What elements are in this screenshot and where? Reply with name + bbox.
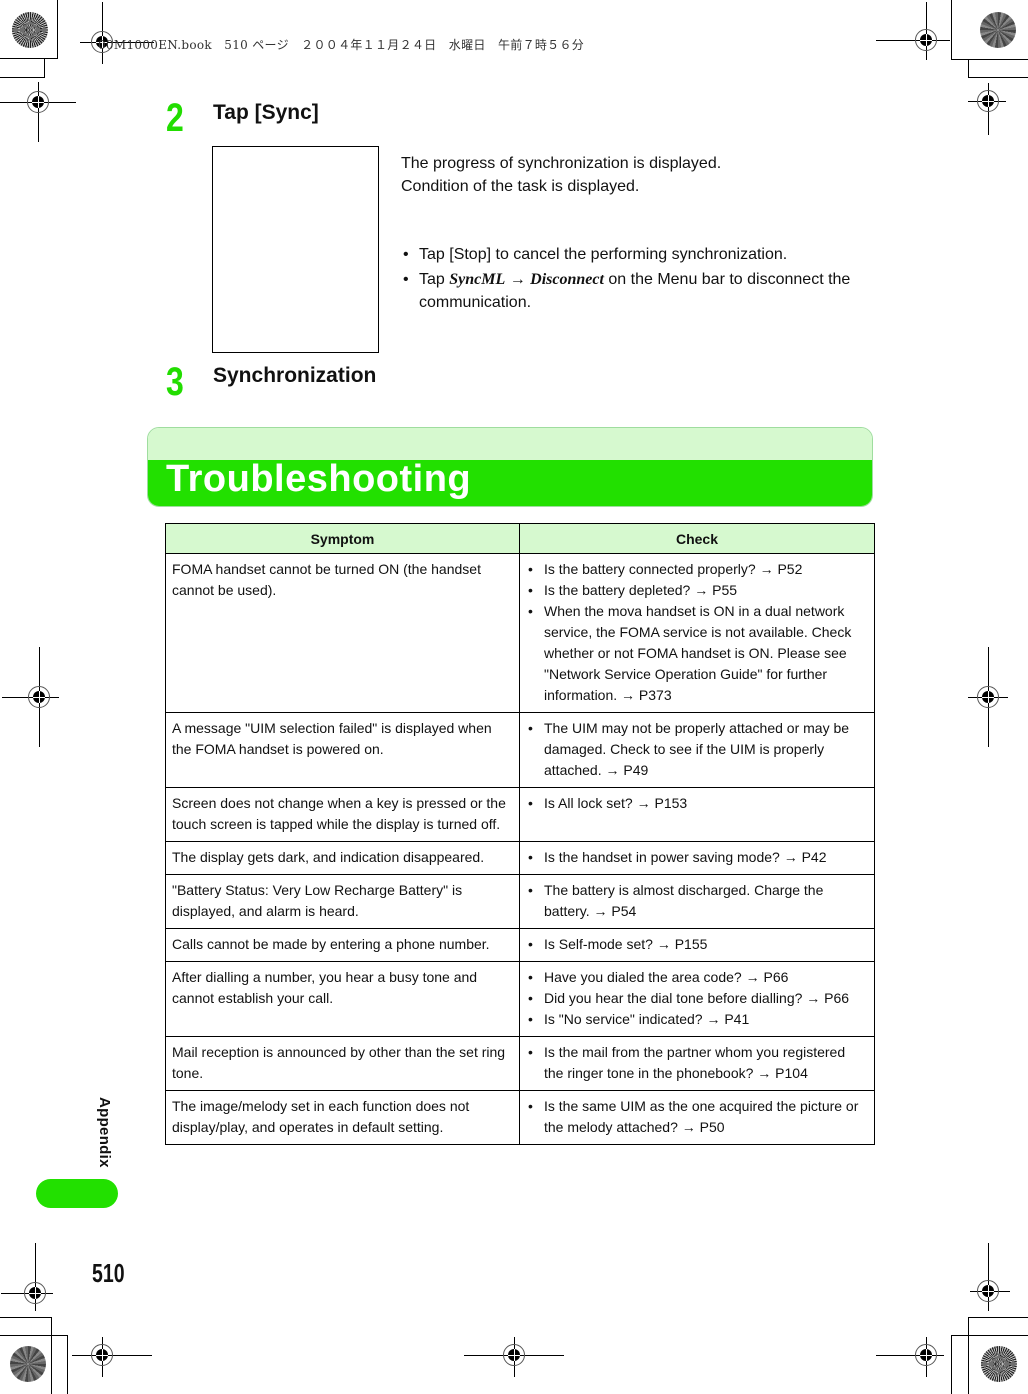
table-row: Calls cannot be made by entering a phone…	[165, 928, 875, 962]
check-cell: The battery is almost discharged. Charge…	[519, 874, 875, 929]
crop-line	[0, 77, 45, 78]
check-list: Is Self-mode set? → P155	[526, 934, 868, 955]
table-row: Mail reception is announced by other tha…	[165, 1036, 875, 1091]
troubleshooting-table: Symptom Check FOMA handset cannot be tur…	[165, 523, 875, 1145]
check-list: Is the battery connected properly? → P52…	[526, 559, 868, 706]
check-list: The battery is almost discharged. Charge…	[526, 880, 868, 922]
step-description: The progress of synchronization is displ…	[401, 155, 722, 172]
check-item: Is All lock set? → P153	[526, 793, 868, 814]
screen-image-placeholder	[212, 146, 379, 353]
color-target-icon	[12, 12, 48, 48]
crop-line	[51, 1317, 52, 1394]
crop-line	[968, 77, 1028, 78]
check-item: Is Self-mode set? → P155	[526, 934, 868, 955]
table-row: A message "UIM selection failed" is disp…	[165, 712, 875, 788]
crop-line	[951, 0, 952, 60]
side-tab-marker	[36, 1179, 118, 1208]
check-cell: Is All lock set? → P153	[519, 787, 875, 842]
side-tab-label: Appendix	[96, 1097, 113, 1168]
section-title: Troubleshooting	[166, 458, 472, 500]
table-row: "Battery Status: Very Low Recharge Batte…	[165, 874, 875, 929]
check-cell: Is the handset in power saving mode? → P…	[519, 841, 875, 875]
step-title: Synchronization	[213, 364, 377, 387]
symptom-cell: "Battery Status: Very Low Recharge Batte…	[165, 874, 520, 929]
symptom-cell: The display gets dark, and indication di…	[165, 841, 520, 875]
crop-line	[0, 58, 58, 59]
step-notes: Tap [Stop] to cancel the performing sync…	[401, 243, 881, 316]
crop-line	[44, 58, 45, 77]
color-target-icon	[10, 1346, 46, 1382]
page-number: 510	[92, 1258, 125, 1288]
table-row: The image/melody set in each function do…	[165, 1090, 875, 1145]
check-list: Is the handset in power saving mode? → P…	[526, 847, 868, 868]
check-item: Did you hear the dial tone before dialli…	[526, 988, 868, 1009]
check-item: Is the mail from the partner whom you re…	[526, 1042, 868, 1084]
symptom-cell: The image/melody set in each function do…	[165, 1090, 520, 1145]
check-item: Is the battery depleted? → P55	[526, 580, 868, 601]
check-item: The UIM may not be properly attached or …	[526, 718, 868, 781]
column-header-check: Check	[519, 523, 875, 554]
symptom-cell: A message "UIM selection failed" is disp…	[165, 712, 520, 788]
table-header-row: Symptom Check	[165, 523, 875, 554]
check-cell: The UIM may not be properly attached or …	[519, 712, 875, 788]
check-cell: Is the same UIM as the one acquired the …	[519, 1090, 875, 1145]
note-item: Tap SyncML → Disconnect on the Menu bar …	[401, 268, 881, 314]
crop-line	[57, 0, 58, 59]
table-row: Screen does not change when a key is pre…	[165, 787, 875, 842]
crop-line	[968, 1317, 969, 1394]
step-number: 2	[166, 96, 184, 140]
check-cell: Is the mail from the partner whom you re…	[519, 1036, 875, 1091]
check-item: Is the same UIM as the one acquired the …	[526, 1096, 868, 1138]
step-description: Condition of the task is displayed.	[401, 178, 640, 195]
note-text: Tap	[419, 271, 450, 288]
crop-line	[67, 1335, 68, 1394]
color-target-icon	[981, 1346, 1017, 1382]
crop-line	[951, 59, 1028, 60]
banner-top	[148, 428, 872, 460]
check-item: Is "No service" indicated? → P41	[526, 1009, 868, 1030]
check-cell: Is the battery connected properly? → P52…	[519, 553, 875, 713]
column-header-symptom: Symptom	[165, 523, 520, 554]
symptom-cell: Mail reception is announced by other tha…	[165, 1036, 520, 1091]
check-item: The battery is almost discharged. Charge…	[526, 880, 868, 922]
check-cell: Have you dialed the area code? → P66Did …	[519, 961, 875, 1037]
menu-item-disconnect: Disconnect	[530, 271, 604, 288]
crop-line	[0, 1317, 52, 1318]
print-header: 00M1000EN.book 510 ページ ２００４年１１月２４日 水曜日 午…	[98, 38, 585, 52]
check-list: Is the same UIM as the one acquired the …	[526, 1096, 868, 1138]
menu-item-syncml: SyncML	[449, 271, 506, 288]
check-list: Is the mail from the partner whom you re…	[526, 1042, 868, 1084]
crop-line	[0, 1335, 68, 1336]
step-title: Tap [Sync]	[213, 101, 319, 124]
table-row: The display gets dark, and indication di…	[165, 841, 875, 875]
section-banner: Troubleshooting	[147, 427, 873, 507]
symptom-cell: Calls cannot be made by entering a phone…	[165, 928, 520, 962]
check-item: Is the handset in power saving mode? → P…	[526, 847, 868, 868]
check-item: Have you dialed the area code? → P66	[526, 967, 868, 988]
symptom-cell: After dialling a number, you hear a busy…	[165, 961, 520, 1037]
symptom-cell: FOMA handset cannot be turned ON (the ha…	[165, 553, 520, 713]
arrow-icon: →	[509, 271, 526, 288]
step-number: 3	[166, 360, 184, 404]
symptom-cell: Screen does not change when a key is pre…	[165, 787, 520, 842]
check-cell: Is Self-mode set? → P155	[519, 928, 875, 962]
note-item: Tap [Stop] to cancel the performing sync…	[401, 243, 881, 266]
crop-line	[968, 1317, 1028, 1318]
table-body: FOMA handset cannot be turned ON (the ha…	[165, 553, 875, 1145]
check-item: When the mova handset is ON in a dual ne…	[526, 601, 868, 706]
crop-line	[951, 1335, 952, 1394]
check-item: Is the battery connected properly? → P52	[526, 559, 868, 580]
table-row: FOMA handset cannot be turned ON (the ha…	[165, 553, 875, 713]
check-list: Have you dialed the area code? → P66Did …	[526, 967, 868, 1030]
crop-line	[968, 59, 969, 77]
check-list: The UIM may not be properly attached or …	[526, 718, 868, 781]
color-target-icon	[980, 12, 1016, 48]
check-list: Is All lock set? → P153	[526, 793, 868, 814]
crop-line	[951, 1335, 1028, 1336]
table-row: After dialling a number, you hear a busy…	[165, 961, 875, 1037]
